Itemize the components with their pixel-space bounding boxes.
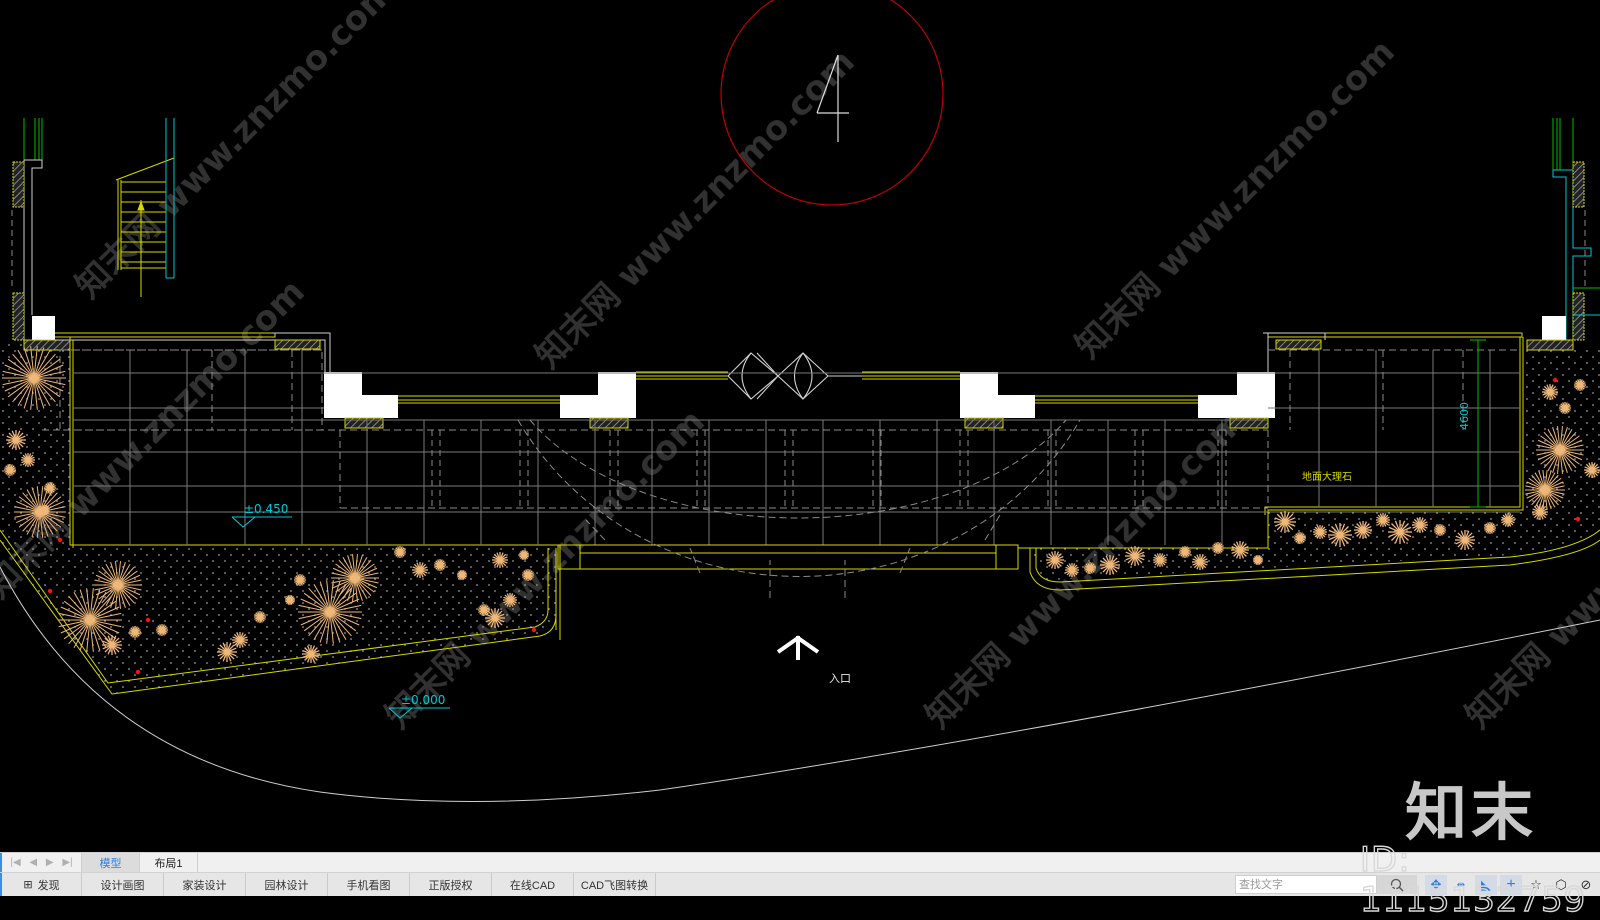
column-block xyxy=(960,372,1035,418)
plant-symbol xyxy=(1559,402,1571,414)
column-block xyxy=(324,372,398,418)
plant-symbol xyxy=(44,482,56,494)
level-label-upper: ±0.450 xyxy=(244,502,289,516)
left-building-wall xyxy=(11,118,71,351)
entrance-label: 入口 xyxy=(829,672,851,685)
plant-symbol xyxy=(1484,522,1496,534)
first-tab-icon[interactable]: |◀ xyxy=(10,857,20,868)
plant-symbol xyxy=(1046,551,1064,569)
tab-layout1[interactable]: 布局1 xyxy=(140,853,198,872)
plant-symbol xyxy=(232,632,248,648)
next-tab-icon[interactable]: ▶ xyxy=(46,857,54,868)
column-block xyxy=(560,372,636,418)
plant-symbol xyxy=(1542,384,1558,400)
plant-symbol xyxy=(129,626,141,638)
floor-plan-drawing: 知末网 www.znzmo.com 知末网 www.znzmo.com 知末网 … xyxy=(0,0,1600,803)
plant-symbol xyxy=(1328,523,1352,547)
plant-symbol xyxy=(1294,532,1306,544)
watermark-text: 知末网 www.znzmo.com xyxy=(528,42,863,377)
plant-symbol xyxy=(21,453,35,467)
beam-notches xyxy=(431,430,1227,508)
plant-symbol xyxy=(434,559,446,571)
cad-convert-button[interactable]: CAD飞图转换 xyxy=(574,873,656,896)
plant-symbol xyxy=(40,505,50,515)
mobile-view-button[interactable]: 手机看图 xyxy=(328,873,410,896)
plant-symbol xyxy=(1434,524,1446,536)
plant-symbol xyxy=(1212,542,1224,554)
plant-symbol xyxy=(394,546,406,558)
plant-symbol xyxy=(102,635,122,655)
plant-symbol xyxy=(1179,546,1191,558)
last-tab-icon[interactable]: ▶| xyxy=(62,857,72,868)
discover-label: 发现 xyxy=(37,879,60,892)
plant-symbol xyxy=(1100,555,1120,575)
dimension-4600 xyxy=(1470,339,1486,508)
plant-symbol xyxy=(412,562,428,578)
license-button[interactable]: 正版授权 xyxy=(410,873,492,896)
dimension-label: 4600 xyxy=(1458,402,1471,430)
garden-design-button[interactable]: 园林设计 xyxy=(246,873,328,896)
plant-symbol xyxy=(1084,562,1096,574)
plant-symbol xyxy=(478,604,490,616)
material-label: 地面大理石 xyxy=(1302,472,1352,483)
plant-symbol xyxy=(522,569,534,581)
window-lines xyxy=(398,371,1198,404)
plant-symbol xyxy=(1065,563,1079,577)
plant-symbol xyxy=(1584,462,1600,478)
entrance-steps xyxy=(555,544,1019,640)
plant-symbol xyxy=(1231,541,1249,559)
grid-icon: ⊞ xyxy=(23,879,33,891)
plant-symbol xyxy=(519,550,529,560)
plant-symbol xyxy=(1532,504,1548,520)
watermark-text: 知末网 www.znzmo.com xyxy=(1068,32,1403,367)
plant-symbol xyxy=(1125,546,1145,566)
plant-symbol xyxy=(285,595,295,605)
cad-drawing-canvas[interactable]: 知末网 www.znzmo.com 知末网 www.znzmo.com 知末网 … xyxy=(0,0,1600,852)
plant-symbol xyxy=(1501,513,1515,527)
plant-symbol xyxy=(217,642,237,662)
plant-symbol xyxy=(4,464,16,476)
plant-symbol xyxy=(302,645,320,663)
plant-symbol xyxy=(1574,379,1586,391)
plant-symbol xyxy=(457,570,467,580)
plant-symbol xyxy=(1313,525,1327,539)
tab-model[interactable]: 模型 xyxy=(82,853,140,872)
plant-symbol xyxy=(492,552,508,568)
discover-button[interactable]: ⊞ 发现 xyxy=(0,873,82,896)
plant-symbol xyxy=(1376,513,1390,527)
level-label-lower: ±0.000 xyxy=(401,693,446,707)
plant-symbol xyxy=(1274,511,1296,533)
plant-symbol xyxy=(156,624,168,636)
brand-logo-watermark: 知末 xyxy=(1405,776,1538,849)
plant-symbol xyxy=(1388,520,1412,544)
plant-symbol xyxy=(1153,553,1167,567)
plant-symbol xyxy=(6,430,26,450)
entrance-doors xyxy=(727,352,862,400)
drawing-id-watermark: ID: 1115132759 xyxy=(1359,839,1587,920)
tab-navigation: |◀ ◀ ▶ ▶| xyxy=(0,853,82,872)
level-marker-upper xyxy=(231,516,292,528)
plant-symbol xyxy=(1192,554,1208,570)
plant-symbol xyxy=(294,574,306,586)
prev-tab-icon[interactable]: ◀ xyxy=(29,857,37,868)
right-building-wall xyxy=(1526,118,1600,351)
plant-symbol xyxy=(1253,555,1263,565)
column-block xyxy=(1198,372,1275,418)
search-text-input[interactable] xyxy=(1235,875,1377,894)
plant-symbol xyxy=(1455,530,1475,550)
plant-symbol xyxy=(254,611,266,623)
home-design-button[interactable]: 家装设计 xyxy=(164,873,246,896)
online-cad-button[interactable]: 在线CAD xyxy=(492,873,574,896)
entrance-arrow-icon xyxy=(776,635,820,660)
plant-symbol xyxy=(1412,517,1428,533)
design-drawing-button[interactable]: 设计画图 xyxy=(82,873,164,896)
plant-symbol xyxy=(503,593,517,607)
plant-symbol xyxy=(1354,521,1372,539)
